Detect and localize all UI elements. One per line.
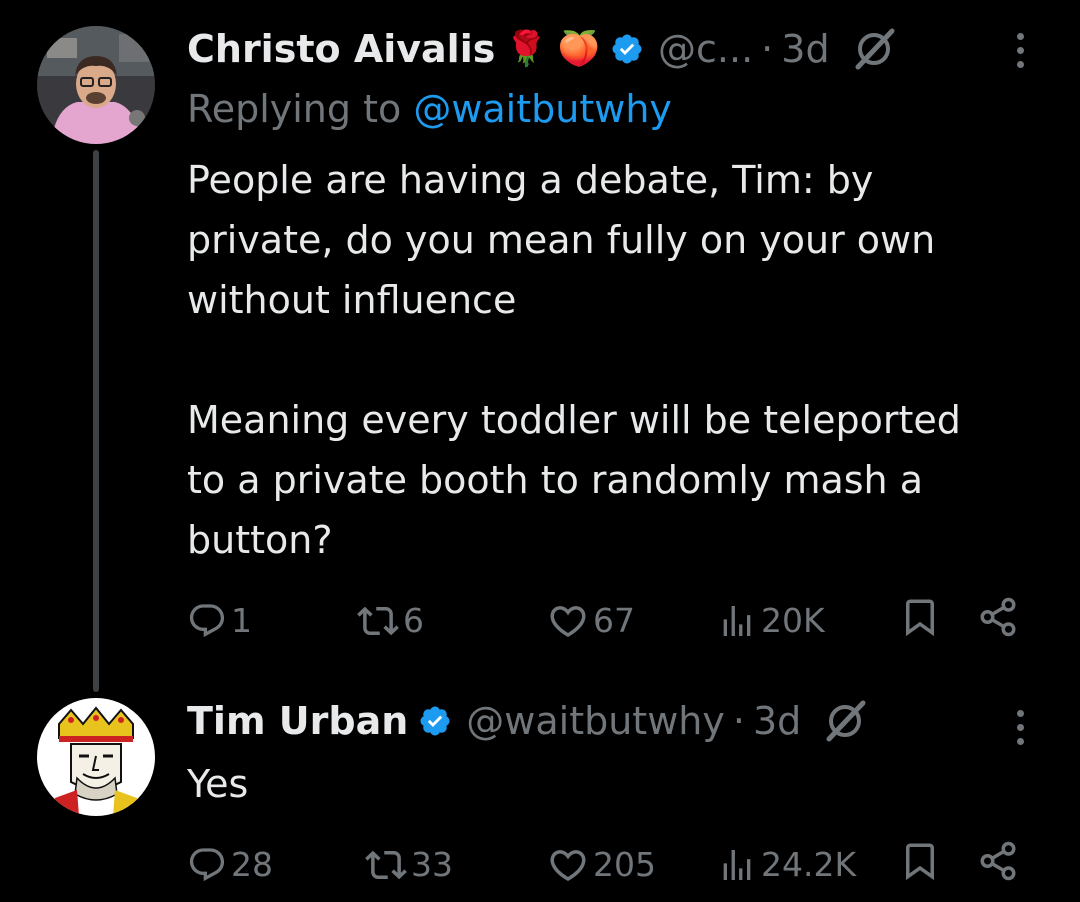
tweet-christo[interactable]: Christo Aivalis 🌹 🍑 @c... · 3d Replying … [0, 0, 1080, 692]
like-icon [547, 600, 589, 642]
rose-emoji: 🌹 [505, 29, 548, 69]
views-count: 24.2K [761, 845, 857, 884]
like-count: 205 [593, 845, 656, 884]
share-button[interactable] [977, 596, 1019, 638]
reply-button[interactable]: 1 [187, 596, 252, 646]
grok-icon[interactable] [852, 27, 896, 71]
separator-dot: · [761, 27, 774, 71]
replying-prefix: Replying to [187, 87, 414, 131]
avatar-tim[interactable] [37, 698, 155, 816]
repost-icon [365, 844, 407, 886]
avatar-christo[interactable] [37, 26, 155, 144]
repost-count: 33 [411, 845, 453, 884]
tweet-tim[interactable]: Tim Urban @waitbutwhy · 3d Yes 28 33 205… [0, 690, 1080, 902]
tweet-text: People are having a debate, Tim: by priv… [187, 158, 961, 562]
author-handle[interactable]: @waitbutwhy [466, 698, 725, 744]
bookmark-icon [899, 840, 941, 882]
replying-mention[interactable]: @waitbutwhy [413, 87, 672, 131]
bookmark-icon [899, 596, 941, 638]
author-name[interactable]: Tim Urban [187, 698, 408, 744]
like-count: 67 [593, 601, 635, 640]
separator-dot: · [732, 699, 745, 743]
author-handle[interactable]: @c... [658, 26, 753, 72]
views-icon [717, 845, 757, 885]
tweet-time[interactable]: 3d [753, 698, 801, 744]
reply-icon [187, 845, 227, 885]
tweet-actions: 28 33 205 24.2K [187, 840, 1067, 890]
views-button[interactable]: 20K [717, 596, 825, 646]
tweet-time[interactable]: 3d [781, 26, 829, 72]
replying-to: Replying to @waitbutwhy [187, 86, 672, 132]
share-icon [977, 840, 1019, 882]
bookmark-button[interactable] [899, 840, 941, 882]
views-button[interactable]: 24.2K [717, 840, 856, 890]
share-button[interactable] [977, 840, 1019, 882]
peach-emoji: 🍑 [557, 29, 601, 69]
tweet-header: Tim Urban @waitbutwhy · 3d [187, 698, 867, 744]
repost-count: 6 [403, 601, 424, 640]
tweet-actions: 1 6 67 20K [187, 596, 1067, 646]
reply-icon [187, 601, 227, 641]
reply-count: 1 [231, 601, 252, 640]
like-button[interactable]: 67 [547, 596, 635, 646]
grok-icon[interactable] [823, 699, 867, 743]
like-icon [547, 844, 589, 886]
thread-line [93, 150, 99, 692]
share-icon [977, 596, 1019, 638]
verified-badge-icon[interactable] [610, 32, 644, 66]
repost-icon [357, 600, 399, 642]
reply-button[interactable]: 28 [187, 840, 273, 890]
more-options-icon[interactable] [1017, 33, 1024, 68]
like-button[interactable]: 205 [547, 840, 656, 890]
views-icon [717, 601, 757, 641]
repost-button[interactable]: 33 [365, 840, 453, 890]
tweet-text: Yes [187, 762, 249, 806]
reply-count: 28 [231, 845, 273, 884]
views-count: 20K [761, 601, 825, 640]
bookmark-button[interactable] [899, 596, 941, 638]
author-name[interactable]: Christo Aivalis [187, 26, 495, 72]
tweet-header: Christo Aivalis 🌹 🍑 @c... · 3d [187, 26, 896, 72]
verified-badge-icon[interactable] [418, 704, 452, 738]
repost-button[interactable]: 6 [357, 596, 424, 646]
more-options-icon[interactable] [1017, 710, 1024, 745]
